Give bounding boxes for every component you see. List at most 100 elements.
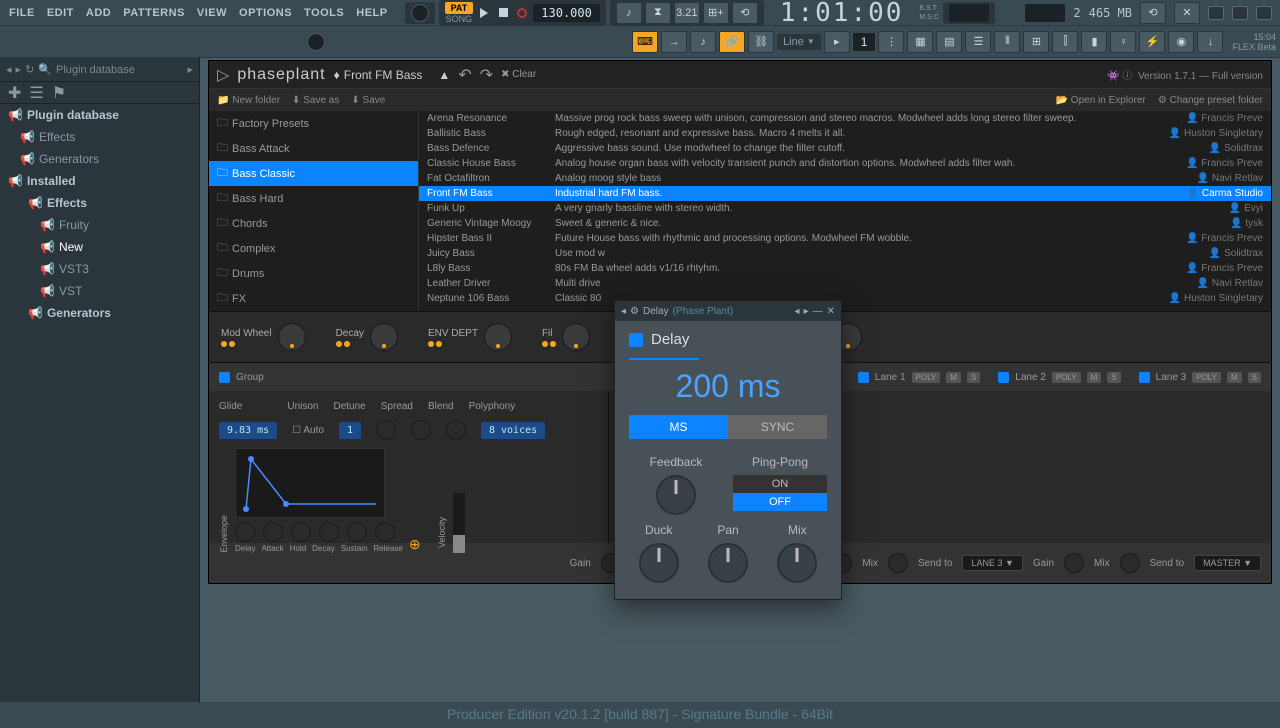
tempo-display[interactable]: 130.000 (533, 4, 600, 22)
sidebar-item[interactable]: 📢 Effects (0, 126, 199, 148)
forward-icon[interactable]: ▸ (16, 63, 22, 76)
release-knob[interactable] (375, 522, 395, 542)
preset-row[interactable]: Fat OctafiltronAnalog moog style bass👤 N… (419, 171, 1271, 186)
menu-add[interactable]: ADD (81, 3, 116, 23)
blend-knob[interactable] (446, 420, 466, 440)
record-button[interactable] (514, 5, 530, 21)
min-icon[interactable]: — (813, 306, 823, 317)
preset-folder[interactable]: 🗀 Drums (209, 261, 418, 286)
preset-folder[interactable]: 🗀 Complex (209, 236, 418, 261)
preset-folder[interactable]: 🗀 FX (209, 286, 418, 311)
macro-control[interactable]: Mod Wheel (221, 323, 306, 351)
change-folder-button[interactable]: ⚙ Change preset folder (1158, 95, 1263, 106)
next-icon[interactable]: ▸ (804, 306, 809, 317)
send-dest-2[interactable]: LANE 3 ▼ (962, 555, 1022, 571)
file-button[interactable]: ♀ (1110, 31, 1136, 53)
add-module-button[interactable]: ⊕ (409, 536, 421, 553)
auto-checkbox[interactable]: ☐ Auto (292, 425, 324, 436)
menu-options[interactable]: OPTIONS (234, 3, 297, 23)
master-volume-knob[interactable] (411, 4, 429, 22)
sidebar-title[interactable]: 📢Plugin database (0, 104, 199, 126)
plugin-picker-button[interactable]: ▮ (1081, 31, 1107, 53)
sidebar-item[interactable]: 📢 Effects (0, 192, 199, 214)
switch-button[interactable]: ✕ (1174, 2, 1200, 24)
menu-icon[interactable]: ◂ (621, 306, 626, 317)
mix-knob[interactable] (777, 543, 817, 583)
clear-button[interactable]: ✖ Clear (501, 69, 536, 80)
pattern-number[interactable]: 1 (853, 33, 876, 51)
preset-folder[interactable]: 🗀 Factory Presets (209, 111, 418, 136)
macro-control[interactable]: ENV DEPT (428, 323, 512, 351)
render-button[interactable]: ⚡ (1139, 31, 1165, 53)
save-as-button[interactable]: ⬇ Save as (292, 95, 339, 106)
auto-scroll-button[interactable]: 🔗 (719, 31, 745, 53)
velocity-slider[interactable] (453, 493, 465, 553)
note-button[interactable]: ♪ (690, 31, 716, 53)
back-icon[interactable]: ◂ (6, 63, 12, 76)
snap-selector[interactable]: Line (783, 36, 804, 48)
delay-time-value[interactable]: 200 ms (615, 364, 841, 415)
browser-path[interactable]: ◂ ▸ ↻ 🔍 Plugin database ▸ (0, 58, 199, 82)
sidebar-item[interactable]: 📢 New (0, 236, 199, 258)
maximize-button[interactable] (1232, 6, 1248, 20)
preset-row[interactable]: Front FM BassIndustrial hard FM bass.👤 C… (419, 186, 1271, 201)
master-pitch-knob[interactable] (307, 33, 325, 51)
piano-roll-button[interactable]: ▤ (936, 31, 962, 53)
save-button[interactable]: ⬇ Save (351, 95, 385, 106)
undo-history-button[interactable]: ⟲ (1140, 2, 1166, 24)
preset-folder[interactable]: 🗀 Chords (209, 211, 418, 236)
sidebar-item[interactable]: 📢 Generators (0, 302, 199, 324)
add-icon[interactable]: ✚ (8, 83, 21, 103)
preset-row[interactable]: Generic Vintage MoogySweet & generic & n… (419, 216, 1271, 231)
delay-knob[interactable] (235, 522, 255, 542)
polyphony-value[interactable]: 8 voices (481, 422, 545, 439)
preset-row[interactable]: Classic House BassAnalog house organ bas… (419, 156, 1271, 171)
mixer-button[interactable]: ⫴ (994, 31, 1020, 53)
open-explorer-button[interactable]: 📂 Open in Explorer (1056, 95, 1146, 106)
overdub-button[interactable]: ⊞+ (703, 2, 729, 24)
stop-button[interactable] (495, 5, 511, 21)
sidebar-item[interactable]: 📢 Generators (0, 148, 199, 170)
new-folder-button[interactable]: 📁 New folder (217, 95, 280, 106)
playlist-button[interactable]: ▦ (907, 31, 933, 53)
sync-tab[interactable]: SYNC (728, 415, 827, 439)
preset-row[interactable]: L8ly Bass80s FM Ba wheel adds v1/16 rhty… (419, 261, 1271, 276)
minimize-button[interactable] (1208, 6, 1224, 20)
filter-icon[interactable]: ☰ (29, 83, 43, 103)
ms-tab[interactable]: MS (629, 415, 728, 439)
expand-icon[interactable]: ▸ (187, 63, 193, 76)
sidebar-item[interactable]: 📢 Installed (0, 170, 199, 192)
pattern-prev-button[interactable]: ▸ (824, 31, 850, 53)
hold-knob[interactable] (291, 522, 311, 542)
play-button[interactable] (476, 5, 492, 21)
glide-value[interactable]: 9.83 ms (219, 422, 277, 439)
step-edit-button[interactable]: → (661, 31, 687, 53)
envelope-graph[interactable] (235, 448, 385, 518)
pan-knob[interactable] (708, 543, 748, 583)
refresh-icon[interactable]: ↻ (25, 63, 34, 76)
channel-rack-button[interactable]: ☰ (965, 31, 991, 53)
metronome-button[interactable]: ♪ (616, 2, 642, 24)
macro-control[interactable]: Fil (542, 323, 590, 351)
preset-folder[interactable]: 🗀 Bass Hard (209, 186, 418, 211)
lane-3[interactable]: Lane 3POLYMS (1139, 372, 1261, 383)
menu-edit[interactable]: EDIT (42, 3, 79, 23)
unison-value[interactable]: 1 (339, 422, 361, 439)
detune-knob[interactable] (376, 420, 396, 440)
gear-icon[interactable]: ⚙ (630, 306, 639, 317)
spread-knob[interactable] (411, 420, 431, 440)
link-button[interactable]: ⛓ (748, 31, 774, 53)
pingpong-toggle[interactable]: ON OFF (733, 475, 827, 511)
delay-titlebar[interactable]: ◂ ⚙ Delay (Phase Plant) ◂ ▸ — ✕ (615, 301, 841, 321)
preset-folder[interactable]: 🗀 Bass Classic (209, 161, 418, 186)
menu-tools[interactable]: TOOLS (299, 3, 349, 23)
sidebar-item[interactable]: 📢 VST (0, 280, 199, 302)
menu-view[interactable]: VIEW (192, 3, 232, 23)
pattern-mode-button[interactable]: PAT (445, 2, 474, 14)
close-icon[interactable]: ✕ (827, 306, 835, 317)
prev-icon[interactable]: ◂ (795, 306, 800, 317)
feedback-knob[interactable] (656, 475, 696, 515)
redo-icon[interactable]: ↷ (480, 65, 493, 85)
sidebar-item[interactable]: 📢 VST3 (0, 258, 199, 280)
group-checkbox[interactable] (219, 372, 230, 383)
